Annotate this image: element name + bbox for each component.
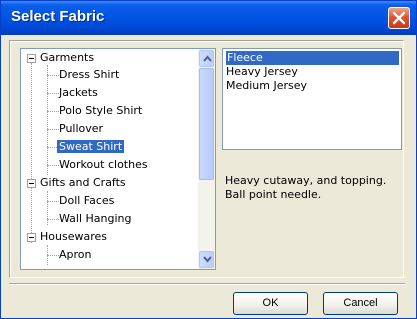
fabric-description: Heavy cutaway, and topping. Ball point n… xyxy=(225,174,401,202)
description-line-1: Heavy cutaway, and topping. xyxy=(225,174,387,187)
tree-item-label: Doll Faces xyxy=(59,194,115,207)
category-tree[interactable]: Garments Dress Shirt Jackets Polo Style … xyxy=(20,48,216,270)
tree-item-label: Pullover xyxy=(59,122,104,135)
title-bar[interactable]: Select Fabric xyxy=(1,1,416,35)
tree-item-label: Dress Shirt xyxy=(59,68,120,81)
chevron-down-icon xyxy=(203,256,212,263)
fabric-item-fleece[interactable]: Fleece xyxy=(226,51,399,65)
tree-item-label: Sweat Shirt xyxy=(57,140,125,153)
tree-item-label: Wall Hanging xyxy=(59,212,132,225)
collapse-icon[interactable] xyxy=(27,179,36,188)
chevron-up-icon xyxy=(203,55,212,62)
fabric-item-heavy-jersey[interactable]: Heavy Jersey xyxy=(226,65,298,79)
close-button[interactable] xyxy=(388,7,410,29)
divider xyxy=(9,283,405,285)
tree-item-housewares[interactable]: Housewares xyxy=(21,228,199,246)
tree-item-dress-shirt[interactable]: Dress Shirt xyxy=(59,66,119,84)
scroll-down-button[interactable] xyxy=(199,251,214,268)
scroll-thumb[interactable] xyxy=(199,68,214,180)
tree-item-label: Gifts and Crafts xyxy=(40,176,126,189)
tree-item-apron[interactable]: Apron xyxy=(59,246,92,264)
tree-scrollbar[interactable] xyxy=(198,49,215,269)
tree-item-workout-clothes[interactable]: Workout clothes xyxy=(59,156,148,174)
cancel-button[interactable]: Cancel xyxy=(323,292,398,315)
ok-button[interactable]: OK xyxy=(233,292,308,315)
tree-item-pullover[interactable]: Pullover xyxy=(59,120,103,138)
collapse-icon[interactable] xyxy=(27,54,36,63)
tree-item-label: Apron xyxy=(59,248,92,261)
fabric-item-medium-jersey[interactable]: Medium Jersey xyxy=(226,79,307,93)
tree-item-garments[interactable]: Garments xyxy=(21,49,199,67)
close-icon xyxy=(392,11,406,25)
description-line-2: Ball point needle. xyxy=(225,188,322,201)
tree-item-label: Polo Style Shirt xyxy=(59,104,143,117)
tree-item-jackets[interactable]: Jackets xyxy=(59,84,98,102)
tree-item-wall-hanging[interactable]: Wall Hanging xyxy=(59,210,132,228)
tree-item-polo-style-shirt[interactable]: Polo Style Shirt xyxy=(59,102,142,120)
tree-item-gifts-and-crafts[interactable]: Gifts and Crafts xyxy=(21,174,199,192)
tree-item-doll-faces[interactable]: Doll Faces xyxy=(59,192,114,210)
tree-item-label: Workout clothes xyxy=(59,158,148,171)
tree-item-label: Garments xyxy=(40,51,95,64)
collapse-icon[interactable] xyxy=(27,233,36,242)
dialog-title: Select Fabric xyxy=(11,8,105,25)
fabric-list[interactable]: Fleece Heavy Jersey Medium Jersey xyxy=(222,48,402,150)
tree-item-label: Housewares xyxy=(40,230,107,243)
tree-item-sweat-shirt[interactable]: Sweat Shirt xyxy=(57,138,125,156)
scroll-up-button[interactable] xyxy=(199,50,214,67)
tree-item-label: Jackets xyxy=(59,86,98,99)
